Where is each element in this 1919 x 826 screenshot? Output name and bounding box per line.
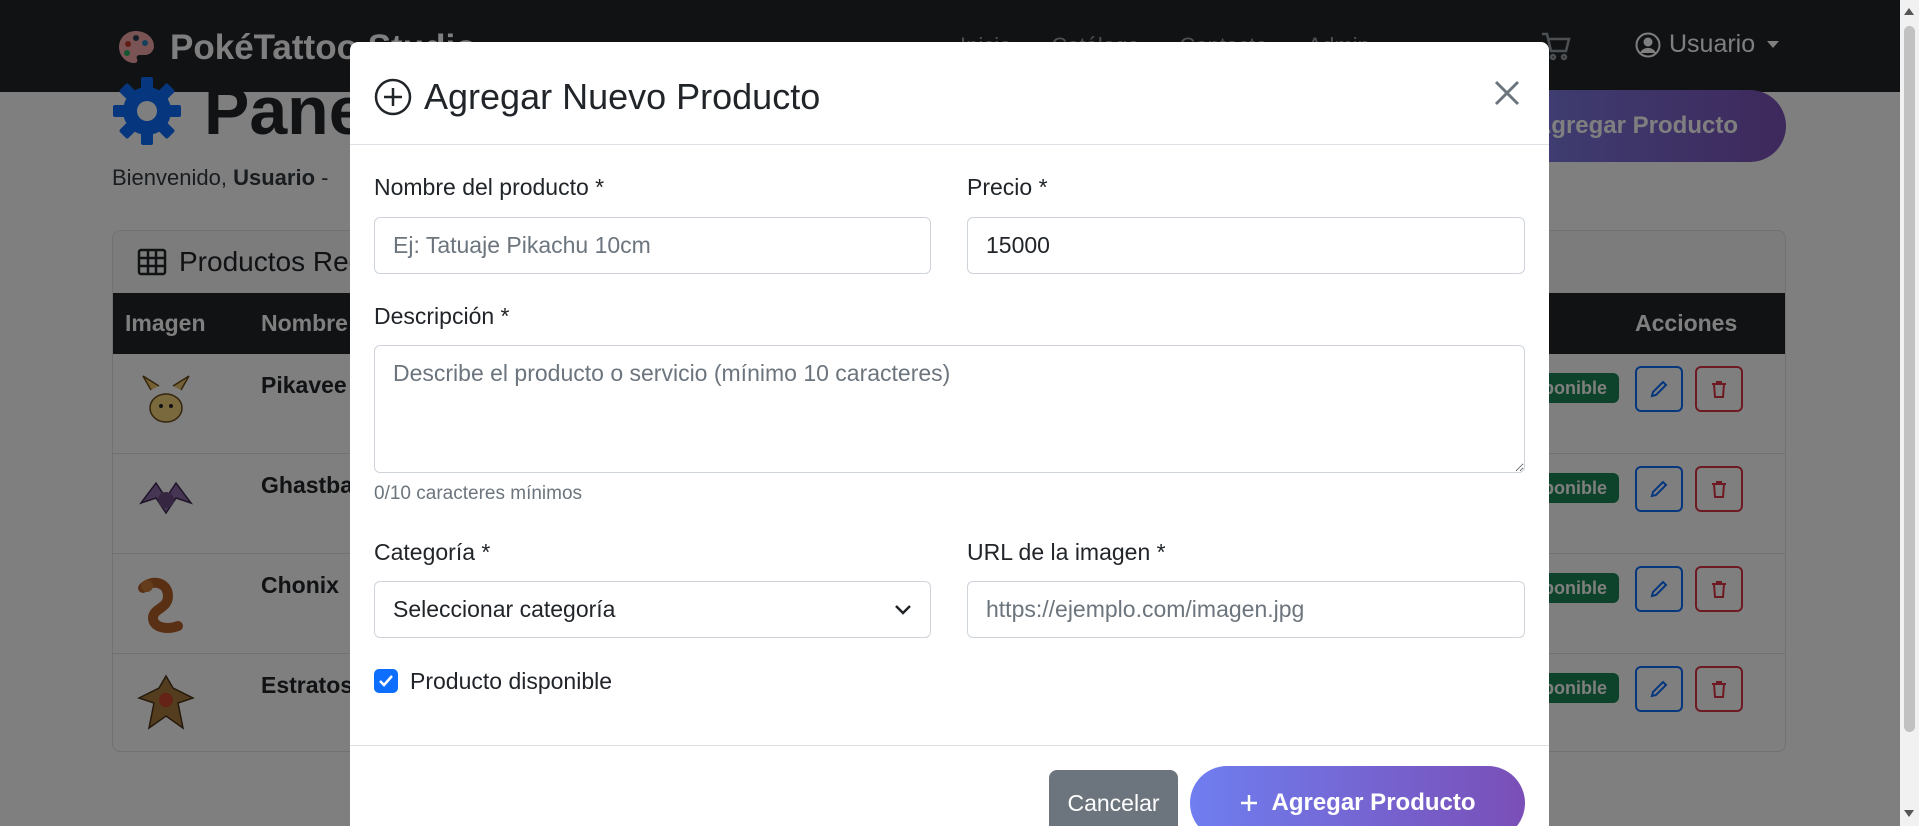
product-name-input[interactable] bbox=[374, 217, 931, 274]
category-select[interactable]: Seleccionar categoría bbox=[374, 581, 931, 638]
scroll-up-arrow-icon[interactable] bbox=[1904, 8, 1914, 15]
available-checkbox[interactable] bbox=[374, 669, 398, 693]
add-product-modal: Agregar Nuevo Producto Nombre del produc… bbox=[350, 42, 1549, 826]
modal-header: Agregar Nuevo Producto bbox=[350, 42, 1549, 145]
price-label: Precio * bbox=[967, 174, 1048, 200]
category-label: Categoría * bbox=[374, 539, 491, 565]
product-name-label: Nombre del producto * bbox=[374, 174, 605, 200]
plus-icon bbox=[1241, 795, 1258, 811]
modal-title: Agregar Nuevo Producto bbox=[374, 76, 820, 118]
close-icon bbox=[1494, 80, 1520, 106]
plus-circle-icon bbox=[374, 78, 412, 116]
page-scrollbar[interactable] bbox=[1900, 0, 1919, 826]
image-url-input[interactable] bbox=[967, 581, 1525, 638]
submit-button-label: Agregar Producto bbox=[1271, 789, 1476, 816]
close-button[interactable] bbox=[1489, 75, 1525, 111]
scroll-down-arrow-icon[interactable] bbox=[1904, 810, 1914, 817]
modal-title-text: Agregar Nuevo Producto bbox=[424, 76, 821, 117]
description-textarea[interactable] bbox=[374, 345, 1525, 473]
available-label: Producto disponible bbox=[410, 668, 613, 694]
category-selected-value: Seleccionar categoría bbox=[393, 596, 616, 622]
cancel-button[interactable]: Cancelar bbox=[1049, 770, 1178, 826]
price-input[interactable] bbox=[967, 217, 1525, 274]
scrollbar-thumb[interactable] bbox=[1904, 26, 1915, 732]
modal-footer: Cancelar Agregar Producto bbox=[350, 745, 1549, 826]
checkmark-icon bbox=[379, 675, 393, 687]
description-char-hint: 0/10 caracteres mínimos bbox=[374, 483, 583, 504]
description-label: Descripción * bbox=[374, 303, 510, 329]
image-url-label: URL de la imagen * bbox=[967, 539, 1166, 565]
submit-add-product-button[interactable]: Agregar Producto bbox=[1190, 766, 1525, 826]
chevron-down-icon bbox=[895, 604, 911, 615]
